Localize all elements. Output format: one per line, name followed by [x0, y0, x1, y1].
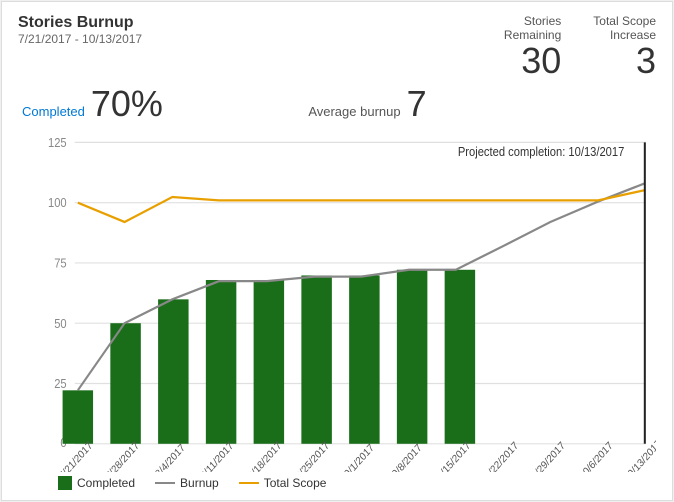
x-label-7: 9/8/2017 — [390, 442, 424, 472]
completed-value: 70% — [91, 83, 163, 125]
bar-4 — [254, 280, 284, 444]
legend-burnup-icon — [155, 482, 175, 484]
burnup-chart: 0 25 50 75 100 125 — [26, 131, 656, 472]
bar-3 — [206, 280, 236, 444]
chart-date-range: 7/21/2017 - 10/13/2017 — [18, 32, 142, 46]
average-value: 7 — [407, 83, 427, 125]
svg-text:50: 50 — [54, 316, 67, 331]
bar-5 — [301, 275, 331, 443]
completed-metric: Completed 70% — [22, 83, 163, 125]
legend-burnup-label: Burnup — [180, 476, 219, 490]
stories-burnup-card: Stories Burnup 7/21/2017 - 10/13/2017 St… — [1, 1, 673, 501]
svg-text:100: 100 — [48, 195, 67, 210]
projected-label: Projected completion: 10/13/2017 — [458, 144, 624, 159]
x-label-6: 9/1/2017 — [343, 442, 377, 472]
legend-scope-icon — [239, 482, 259, 484]
x-label-8: 9/15/2017 — [435, 440, 473, 472]
legend-completed-icon — [58, 476, 72, 490]
stories-remaining-label: StoriesRemaining — [504, 14, 561, 43]
legend-completed-label: Completed — [77, 476, 135, 490]
x-label-10: 9/29/2017 — [530, 440, 568, 472]
legend-total-scope: Total Scope — [239, 476, 327, 490]
x-label-4: 8/18/2017 — [246, 440, 284, 472]
metrics-row: Completed 70% Average burnup 7 — [18, 83, 656, 125]
x-label-9: 9/22/2017 — [483, 440, 521, 472]
x-label-1: 7/28/2017 — [104, 440, 142, 472]
title-block: Stories Burnup 7/21/2017 - 10/13/2017 — [18, 14, 142, 46]
completed-label: Completed — [22, 104, 85, 119]
legend-burnup: Burnup — [155, 476, 219, 490]
legend-scope-label: Total Scope — [264, 476, 327, 490]
header-stats: StoriesRemaining 30 Total ScopeIncrease … — [504, 14, 656, 79]
bar-0 — [63, 390, 93, 443]
total-scope-value: 3 — [593, 43, 656, 79]
bar-6 — [349, 275, 379, 443]
chart-container: 0 25 50 75 100 125 — [26, 131, 656, 472]
x-label-12: 10/13/2017 — [622, 438, 656, 472]
card-header: Stories Burnup 7/21/2017 - 10/13/2017 St… — [18, 14, 656, 79]
total-scope-label: Total ScopeIncrease — [593, 14, 656, 43]
svg-text:125: 125 — [48, 135, 67, 150]
bar-1 — [110, 323, 140, 444]
x-label-5: 8/25/2017 — [294, 440, 332, 472]
svg-text:75: 75 — [54, 256, 67, 271]
x-label-2: 8/4/2017 — [154, 442, 188, 472]
stories-remaining-stat: StoriesRemaining 30 — [504, 14, 561, 79]
x-label-11: 10/6/2017 — [578, 440, 616, 472]
legend-completed: Completed — [58, 476, 135, 490]
bar-2 — [158, 299, 188, 443]
chart-legend: Completed Burnup Total Scope — [18, 476, 656, 490]
chart-title: Stories Burnup — [18, 14, 142, 32]
svg-text:25: 25 — [54, 376, 67, 391]
average-label: Average burnup — [308, 104, 400, 119]
stories-remaining-value: 30 — [504, 43, 561, 79]
bar-8 — [445, 270, 475, 444]
total-scope-stat: Total ScopeIncrease 3 — [593, 14, 656, 79]
bar-7 — [397, 270, 427, 444]
x-label-3: 8/11/2017 — [199, 440, 236, 472]
average-metric: Average burnup 7 — [308, 83, 426, 125]
